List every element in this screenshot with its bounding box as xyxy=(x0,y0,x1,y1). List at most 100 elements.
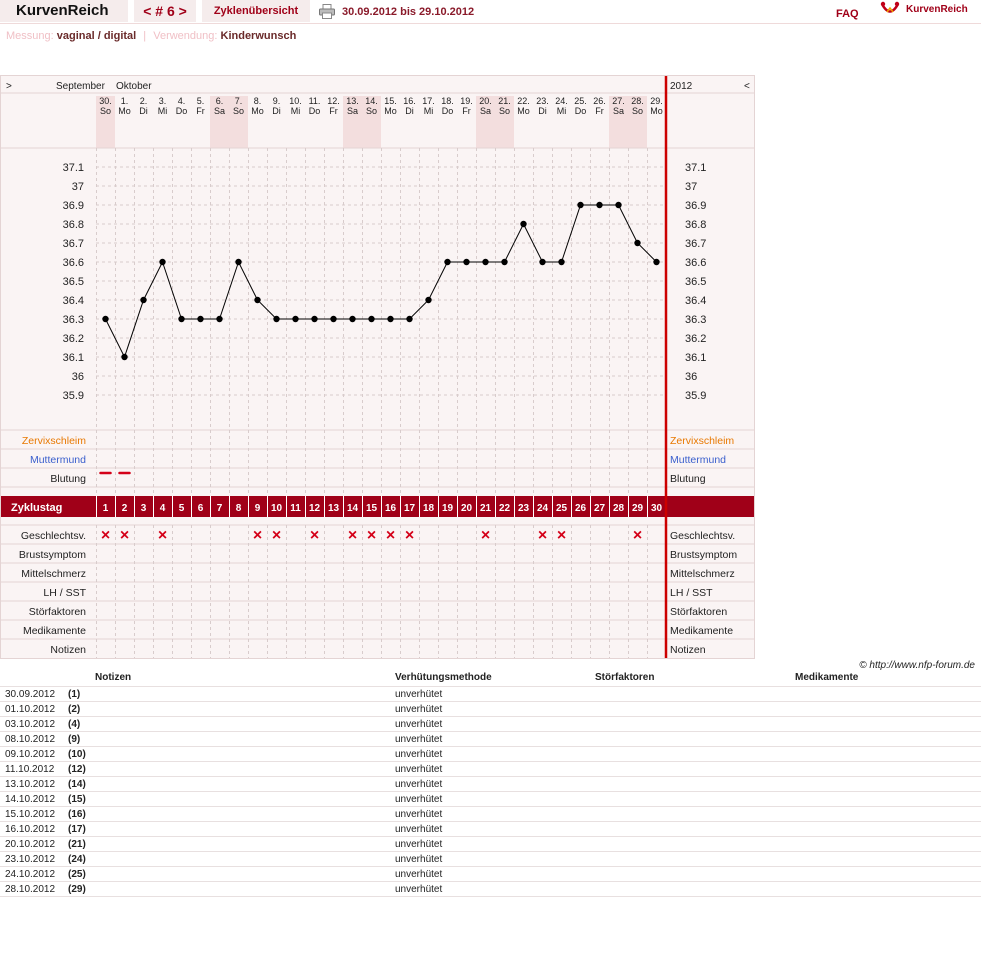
month-label: Oktober xyxy=(116,81,152,92)
note-method: unverhütet xyxy=(395,869,443,880)
weekday-label: Di xyxy=(139,106,148,116)
note-date: 11.10.2012 xyxy=(5,764,55,775)
cycle-day-number: 5 xyxy=(179,503,185,514)
note-method: unverhütet xyxy=(395,779,443,790)
date-range: 30.09.2012 bis 29.10.2012 xyxy=(342,6,475,18)
date-label: 3. xyxy=(159,96,167,106)
note-cycle-day: (15) xyxy=(68,794,86,805)
cycle-day-number: 13 xyxy=(328,503,340,514)
intercourse-mark: × xyxy=(101,527,110,544)
note-method: unverhütet xyxy=(395,749,443,760)
intercourse-mark: × xyxy=(405,527,414,544)
cycle-day-label: Zyklustag xyxy=(11,502,62,514)
cycle-day-number: 9 xyxy=(255,503,261,514)
kurvenreich-logo-icon[interactable] xyxy=(880,1,900,18)
cycle-day-number: 12 xyxy=(309,503,321,514)
date-label: 30. xyxy=(99,96,112,106)
weekday-label: Sa xyxy=(214,106,225,116)
date-label: 5. xyxy=(197,96,205,106)
date-label: 28. xyxy=(631,96,644,106)
weekday-label: Fr xyxy=(462,106,471,116)
note-method: unverhütet xyxy=(395,809,443,820)
temperature-point xyxy=(102,315,109,323)
temperature-point xyxy=(444,258,451,266)
temperature-point xyxy=(197,315,204,323)
row-label: Störfaktoren xyxy=(29,606,86,618)
notes-row: 08.10.2012 (9) unverhütet xyxy=(0,732,981,747)
note-date: 13.10.2012 xyxy=(5,779,56,790)
date-label: 9. xyxy=(273,96,281,106)
cycle-navigator[interactable]: < # 6 > xyxy=(134,0,196,22)
faq-link[interactable]: FAQ xyxy=(836,8,859,20)
row-label-right: Mittelschmerz xyxy=(670,568,735,580)
note-method: unverhütet xyxy=(395,704,443,715)
date-label: 25. xyxy=(574,96,587,106)
y-tick-label: 37.1 xyxy=(63,162,84,174)
weekday-label: Fr xyxy=(196,106,205,116)
date-label: 14. xyxy=(365,96,378,106)
note-cycle-day: (17) xyxy=(68,824,86,835)
date-label: 19. xyxy=(460,96,473,106)
weekday-label: Fr xyxy=(329,106,338,116)
row-label: Mittelschmerz xyxy=(21,568,86,580)
cycle-day-number: 1 xyxy=(103,503,109,514)
note-method: unverhütet xyxy=(395,854,443,865)
logo-text[interactable]: KurvenReich xyxy=(906,4,968,15)
y-tick-label: 36.3 xyxy=(63,314,84,326)
cycle-day-number: 10 xyxy=(271,503,283,514)
intercourse-mark: × xyxy=(348,527,357,544)
cycle-day-number: 30 xyxy=(651,503,663,514)
cycle-day-number: 6 xyxy=(198,503,204,514)
row-label-right: Blutung xyxy=(670,473,706,485)
note-cycle-day: (12) xyxy=(68,764,86,775)
notes-row: 20.10.2012 (21) unverhütet xyxy=(0,837,981,852)
brand-tab[interactable]: KurvenReich xyxy=(0,0,128,22)
y-tick-label: 36.5 xyxy=(63,276,84,288)
temperature-point xyxy=(558,258,565,266)
row-label: Muttermund xyxy=(30,454,86,466)
cycle-day-number: 3 xyxy=(141,503,147,514)
measurement-value: vaginal / digital xyxy=(56,30,137,42)
weekday-label: So xyxy=(366,106,377,116)
date-label: 16. xyxy=(403,96,416,106)
printer-icon[interactable] xyxy=(319,4,335,19)
row-label: Geschlechtsv. xyxy=(21,530,86,542)
intercourse-mark: × xyxy=(120,527,129,544)
date-label: 11. xyxy=(309,96,321,106)
notes-row: 09.10.2012 (10) unverhütet xyxy=(0,747,981,762)
date-label: 29. xyxy=(650,96,663,106)
temperature-point xyxy=(349,315,356,323)
note-date: 24.10.2012 xyxy=(5,869,56,880)
weekday-label: Di xyxy=(538,106,547,116)
cycle-day-number: 4 xyxy=(160,503,166,514)
temperature-chart: > September Oktober 2012 <30. So 1. Mo 2. Di 3. Mi 4… xyxy=(0,75,755,659)
weekday-label: Mo xyxy=(251,106,264,116)
weekday-label: Mo xyxy=(118,106,131,116)
weekday-label: Mo xyxy=(517,106,530,116)
date-label: 23. xyxy=(536,96,549,106)
notes-row: 14.10.2012 (15) unverhütet xyxy=(0,792,981,807)
cycle-day-number: 15 xyxy=(366,503,378,514)
intercourse-mark: × xyxy=(367,527,376,544)
notes-row: 01.10.2012 (2) unverhütet xyxy=(0,702,981,717)
y-tick-label: 36.4 xyxy=(63,295,84,307)
intercourse-mark: × xyxy=(272,527,281,544)
temperature-point xyxy=(273,315,280,323)
notes-row: 11.10.2012 (12) unverhütet xyxy=(0,762,981,777)
temperature-point xyxy=(368,315,375,323)
weekday-label: Di xyxy=(272,106,281,116)
intercourse-mark: × xyxy=(386,527,395,544)
y-tick-label: 36.7 xyxy=(63,238,84,250)
cycle-overview-tab[interactable]: Zyklenübersicht xyxy=(202,0,310,22)
y-tick-label-right: 36.4 xyxy=(685,295,706,307)
note-cycle-day: (29) xyxy=(68,884,86,895)
year-label: 2012 xyxy=(670,81,693,92)
weekday-label: Mi xyxy=(424,106,434,116)
date-label: 21. xyxy=(498,96,511,106)
month-label: September xyxy=(56,81,106,92)
note-date: 14.10.2012 xyxy=(5,794,56,805)
cycle-day-number: 25 xyxy=(556,503,568,514)
temperature-point xyxy=(235,258,242,266)
temperature-point xyxy=(254,296,261,304)
note-cycle-day: (21) xyxy=(68,839,86,850)
